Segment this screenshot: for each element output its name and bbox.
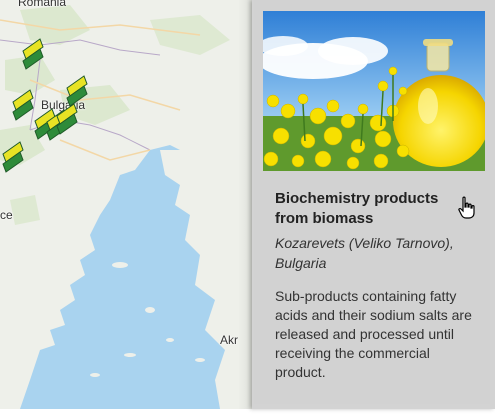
hand-pointer-icon — [457, 196, 479, 220]
biomass-leaf-marker-icon[interactable] — [0, 140, 26, 176]
map-label-france-partial: ce — [0, 208, 13, 222]
project-location: Kozarevets (Veliko Tarnovo), Bulgaria — [275, 235, 454, 271]
map-label-romania: Romania — [18, 0, 67, 9]
project-description: Sub-products containing fatty acids and … — [275, 288, 472, 380]
project-title[interactable]: Biochemistry products from biomass — [275, 189, 455, 229]
map-label-akr-partial: Akr — [220, 333, 238, 347]
biomass-leaf-marker-icon[interactable] — [20, 37, 46, 73]
project-card[interactable]: Biochemistry products from biomass Kozar… — [254, 0, 490, 404]
info-popup: Biochemistry products from biomass Kozar… — [252, 0, 495, 409]
rapeseed-oil-photo — [263, 11, 485, 171]
biomass-leaf-marker-icon[interactable] — [54, 102, 80, 138]
